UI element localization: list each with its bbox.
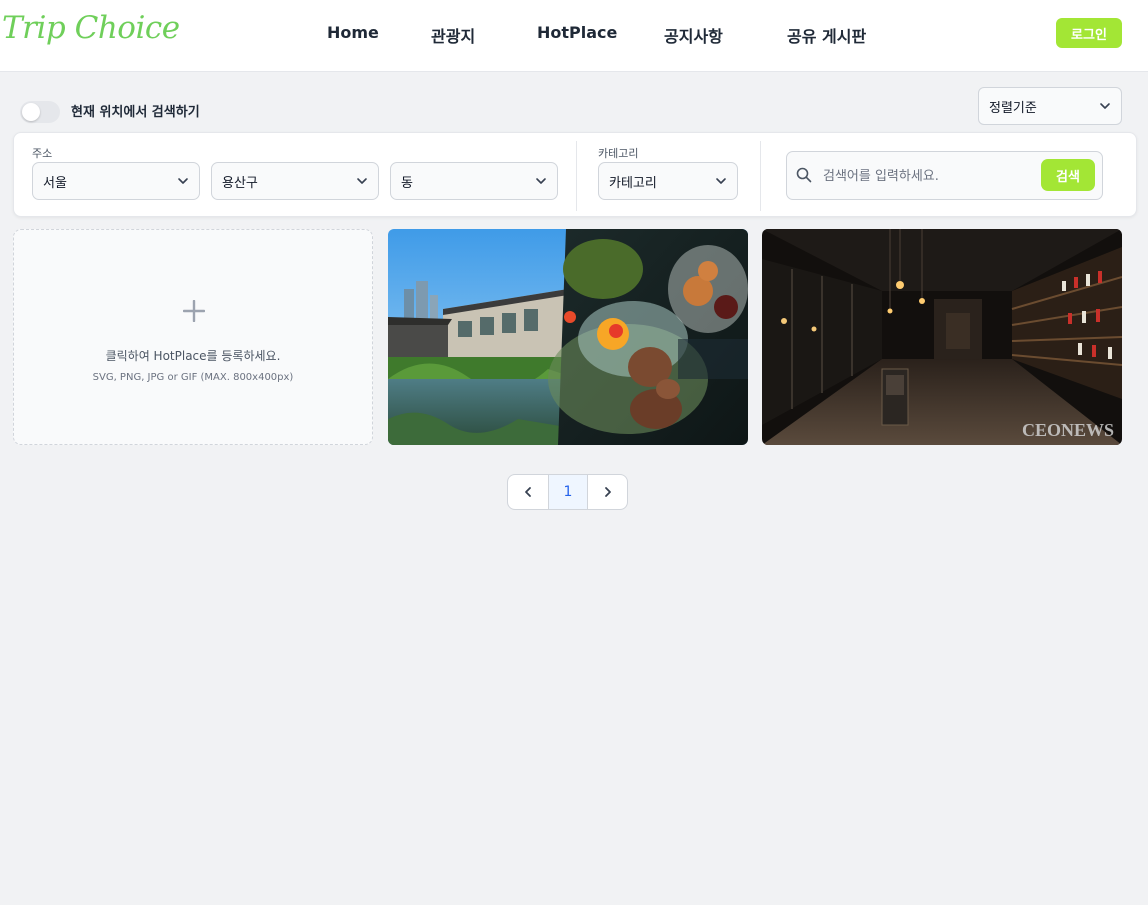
address-label: 주소 bbox=[32, 147, 53, 160]
district-select[interactable]: 용산구 bbox=[211, 162, 379, 200]
photo-watermark: CEONEWS bbox=[1022, 420, 1114, 440]
location-toggle-label: 현재 위치에서 검색하기 bbox=[71, 105, 200, 120]
district-select-value: 용산구 bbox=[222, 175, 258, 191]
chevron-left-icon bbox=[524, 487, 531, 497]
category-select-value: 카테고리 bbox=[609, 175, 657, 191]
hotplace-card[interactable]: CEONEWS bbox=[762, 229, 1122, 445]
search-input[interactable] bbox=[823, 164, 1033, 188]
toggle-knob bbox=[22, 103, 40, 121]
location-toggle[interactable] bbox=[20, 101, 60, 123]
nav-hotplace[interactable]: HotPlace bbox=[537, 23, 617, 42]
login-button[interactable]: 로그인 bbox=[1056, 18, 1122, 48]
city-select-value: 서울 bbox=[43, 175, 67, 191]
sort-select-value: 정렬기준 bbox=[989, 100, 1037, 116]
nav-notices[interactable]: 공지사항 bbox=[664, 23, 723, 47]
category-label: 카테고리 bbox=[598, 147, 639, 160]
chevron-right-icon bbox=[604, 487, 611, 497]
plus-icon bbox=[183, 300, 205, 322]
filter-divider bbox=[760, 141, 761, 211]
upload-subtitle: SVG, PNG, JPG or GIF (MAX. 800x400px) bbox=[92, 372, 294, 383]
chevron-down-icon bbox=[357, 178, 367, 184]
nav-home[interactable]: Home bbox=[327, 23, 379, 42]
wine-shop-photo: CEONEWS bbox=[762, 229, 1122, 445]
dong-select-value: 동 bbox=[401, 175, 413, 191]
chevron-down-icon bbox=[716, 178, 726, 184]
nav-attractions[interactable]: 관광지 bbox=[431, 23, 475, 47]
city-select[interactable]: 서울 bbox=[32, 162, 200, 200]
search-icon bbox=[796, 167, 812, 183]
filter-panel: 주소 서울 용산구 동 카테고리 카테고리 검색 bbox=[13, 132, 1137, 217]
logo[interactable]: Trip Choice bbox=[2, 10, 180, 46]
filter-divider bbox=[576, 141, 577, 211]
sort-select[interactable]: 정렬기준 bbox=[978, 87, 1122, 125]
upload-hotplace-card[interactable]: 클릭하여 HotPlace를 등록하세요. SVG, PNG, JPG or G… bbox=[13, 229, 373, 445]
nav-share-board[interactable]: 공유 게시판 bbox=[787, 23, 866, 47]
chevron-down-icon bbox=[1100, 103, 1110, 109]
garden-dessert-photo bbox=[388, 229, 748, 445]
prev-page-button[interactable] bbox=[508, 475, 548, 509]
page-number-button[interactable]: 1 bbox=[547, 475, 588, 509]
search-button[interactable]: 검색 bbox=[1041, 159, 1095, 191]
hotplace-card[interactable] bbox=[388, 229, 748, 445]
chevron-down-icon bbox=[178, 178, 188, 184]
chevron-down-icon bbox=[536, 178, 546, 184]
top-header: Trip Choice Home 관광지 HotPlace 공지사항 공유 게시… bbox=[0, 0, 1148, 72]
category-select[interactable]: 카테고리 bbox=[598, 162, 738, 200]
next-page-button[interactable] bbox=[587, 475, 627, 509]
upload-title: 클릭하여 HotPlace를 등록하세요. bbox=[105, 349, 281, 363]
dong-select[interactable]: 동 bbox=[390, 162, 558, 200]
pagination: 1 bbox=[507, 474, 628, 510]
search-box: 검색 bbox=[786, 151, 1103, 200]
